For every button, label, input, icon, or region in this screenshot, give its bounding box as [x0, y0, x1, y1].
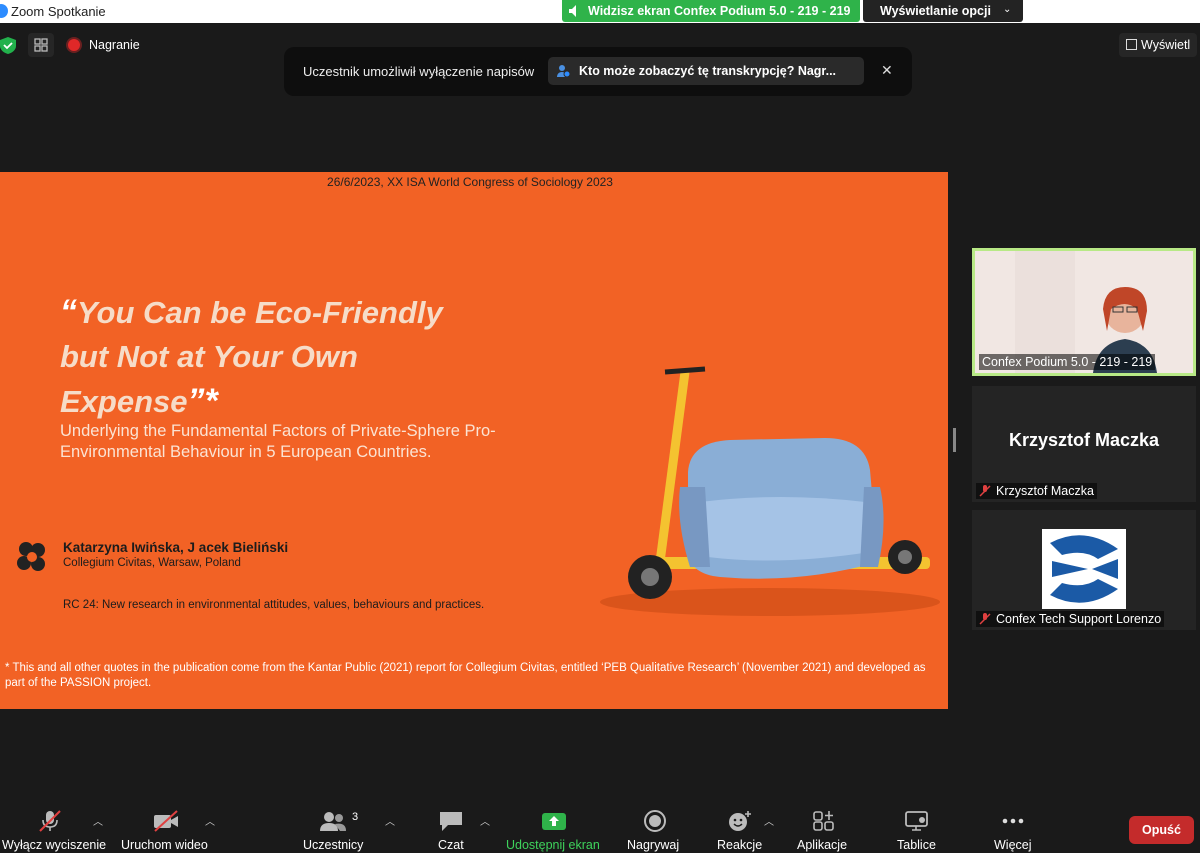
subtitle-line-2: Environmental Behaviour in 5 European Co… — [60, 443, 432, 461]
share-screen-label: Udostępnij ekran — [506, 838, 600, 852]
unmute-label: Wyłącz wyciszenie — [2, 838, 107, 852]
video-off-icon — [154, 810, 178, 832]
share-banner-text: Widzisz ekran Confex Podium 5.0 - 219 - … — [588, 4, 851, 18]
panel-resize-handle[interactable] — [953, 428, 956, 452]
subtitle-line-1: Underlying the Fundamental Factors of Pr… — [60, 422, 496, 440]
title-line-2: but Not at Your Own — [60, 339, 358, 374]
transcript-visibility-chip[interactable]: Kto może zobaczyć tę transkrypcję? Nagr.… — [548, 57, 864, 85]
slide-research-committee: RC 24: New research in environmental att… — [63, 599, 485, 611]
recording-label[interactable]: Nagranie — [89, 38, 140, 52]
window-title: Zoom Spotkanie — [11, 4, 106, 19]
shared-screen-slide: 26/6/2023, XX ISA World Congress of Soci… — [0, 172, 948, 709]
grid-icon — [34, 38, 48, 52]
participant-name: Confex Tech Support Lorenzo — [996, 612, 1162, 626]
meeting-info-grid-button[interactable] — [28, 33, 54, 57]
leave-meeting-button[interactable]: Opuść — [1129, 816, 1194, 844]
slide-date-line: 26/6/2023, XX ISA World Congress of Soci… — [327, 175, 613, 189]
record-button[interactable]: Nagrywaj — [625, 795, 685, 853]
chat-label: Czat — [438, 838, 464, 852]
mic-muted-icon — [979, 485, 991, 497]
share-screen-icon — [542, 813, 566, 830]
participant-tile[interactable]: Confex Tech Support Lorenzo — [972, 510, 1196, 630]
chevron-down-icon: ⌄ — [1003, 4, 1012, 15]
chat-bubble-icon — [440, 812, 462, 831]
view-options-button[interactable]: Wyświetlanie opcji ⌄ — [863, 0, 1023, 22]
start-video-label: Uruchom wideo — [121, 838, 208, 852]
close-quote: ”* — [187, 382, 218, 420]
speaker-icon — [569, 5, 576, 17]
apps-button[interactable]: Aplikacje — [795, 795, 855, 853]
slide-title: “You Can be Eco-Friendly but Not at Your… — [60, 290, 443, 424]
apps-label: Aplikacje — [797, 838, 848, 852]
participants-label: Uczestnicy — [303, 838, 364, 852]
open-quote: “ — [60, 293, 77, 331]
start-video-button[interactable]: Uruchom wideo — [118, 795, 218, 853]
slide-footnote: * This and all other quotes in the publi… — [5, 662, 926, 689]
close-icon[interactable]: ✕ — [881, 62, 893, 79]
view-button[interactable]: Wyświetl — [1119, 33, 1197, 57]
security-shield-icon[interactable] — [0, 37, 16, 54]
confex-logo-icon — [1042, 529, 1126, 609]
notification-message: Uczestnik umożliwił wyłączenie napisów — [303, 64, 535, 79]
slide-authors: Katarzyna Iwińska, J acek Bieliński — [63, 540, 289, 555]
mic-muted-icon — [39, 810, 61, 832]
participant-name: Krzysztof Maczka — [996, 484, 1094, 498]
participant-name: Confex Podium 5.0 - 219 - 219 — [979, 354, 1156, 370]
audio-options-chevron-icon[interactable]: ︿ — [93, 813, 103, 828]
participant-display-name: Krzysztof Maczka — [1008, 430, 1160, 450]
apps-icon — [813, 811, 834, 831]
chat-button[interactable]: Czat — [430, 795, 480, 853]
whiteboard-icon — [905, 811, 928, 831]
screen-share-banner: Widzisz ekran Confex Podium 5.0 - 219 - … — [562, 0, 860, 22]
title-line-3: Expense — [60, 384, 188, 419]
collegium-civitas-logo-icon — [17, 542, 45, 571]
participant-tile[interactable]: Krzysztof Maczka Krzysztof Maczka — [972, 386, 1196, 502]
record-label: Nagrywaj — [627, 838, 680, 852]
slide-subtitle: Underlying the Fundamental Factors of Pr… — [60, 421, 580, 463]
more-dots-icon — [1002, 818, 1024, 824]
participants-options-chevron-icon[interactable]: ︿ — [385, 813, 395, 828]
participants-button[interactable]: 3 Uczestnicy — [300, 795, 370, 853]
whiteboards-label: Tablice — [897, 838, 936, 852]
transcript-chip-text: Kto może zobaczyć tę transkrypcję? Nagr.… — [579, 64, 837, 78]
scooter-armchair-image — [600, 366, 940, 616]
view-options-label: Wyświetlanie opcji — [880, 4, 991, 18]
participant-tile-active[interactable]: Confex Podium 5.0 - 219 - 219 — [972, 248, 1196, 376]
chat-options-chevron-icon[interactable]: ︿ — [480, 813, 490, 828]
reactions-emoji-icon — [729, 811, 751, 831]
whiteboards-button[interactable]: Tablice — [895, 795, 945, 853]
more-label: Więcej — [994, 838, 1032, 852]
zoom-app-icon — [0, 4, 8, 18]
reactions-options-chevron-icon[interactable]: ︿ — [764, 813, 774, 828]
participant-name-label: Krzysztof Maczka — [976, 483, 1097, 499]
share-screen-button[interactable]: Udostępnij ekran — [503, 795, 608, 853]
participants-icon — [320, 812, 346, 831]
view-label: Wyświetl — [1141, 38, 1191, 52]
mic-muted-icon — [979, 613, 991, 625]
slide-affiliation: Collegium Civitas, Warsaw, Poland — [63, 557, 241, 569]
view-layout-icon — [1126, 39, 1137, 50]
person-info-icon — [557, 65, 570, 78]
recording-indicator-icon — [68, 39, 80, 51]
participant-name-label: Confex Tech Support Lorenzo — [976, 611, 1165, 627]
title-line-1: You Can be Eco-Friendly — [77, 295, 443, 330]
captions-notification: Uczestnik umożliwił wyłączenie napisów K… — [284, 47, 912, 96]
more-button[interactable]: Więcej — [990, 795, 1040, 853]
meeting-toolbar: Wyłącz wyciszenie ︿ Uruchom wideo ︿ 3 Uc… — [0, 795, 1200, 853]
reactions-button[interactable]: Reakcje — [713, 795, 768, 853]
participants-count: 3 — [352, 811, 359, 823]
record-icon — [644, 810, 666, 832]
reactions-label: Reakcje — [717, 838, 763, 852]
video-options-chevron-icon[interactable]: ︿ — [205, 813, 215, 828]
